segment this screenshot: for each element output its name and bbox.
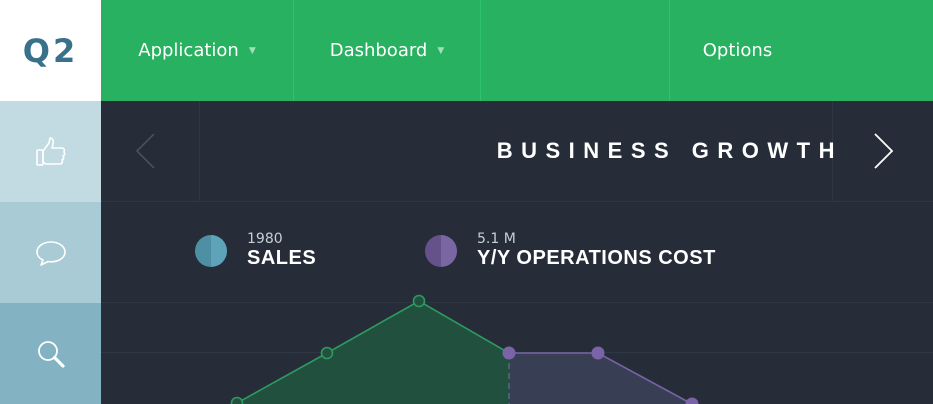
sidebar-item-comments[interactable] <box>0 202 101 303</box>
sales-area <box>237 301 509 404</box>
sales-point[interactable] <box>412 294 426 308</box>
nav-dashboard-label: Dashboard <box>329 40 428 61</box>
logo[interactable]: Q2 <box>0 0 101 101</box>
sidebar-item-like[interactable] <box>0 101 101 202</box>
nav-dashboard[interactable]: Dashboard ▼ <box>294 0 480 101</box>
nav-application-label: Application <box>138 40 239 61</box>
sidebar-item-search[interactable] <box>0 303 101 404</box>
operations-point[interactable] <box>502 346 516 360</box>
chat-bubble-icon <box>35 240 66 266</box>
search-icon <box>37 340 65 368</box>
sales-point[interactable] <box>320 346 334 360</box>
growth-chart <box>230 294 699 404</box>
sidebar <box>0 101 101 404</box>
app-window: Q2 Application ▼ Dashboard ▼ Options BUS… <box>0 0 933 404</box>
sales-point[interactable] <box>230 396 244 404</box>
nav-application[interactable]: Application ▼ <box>101 0 293 101</box>
operations-point[interactable] <box>591 346 605 360</box>
nav-options-label: Options <box>702 40 773 61</box>
chevron-down-icon: ▼ <box>248 45 256 56</box>
operations-point[interactable] <box>685 397 699 404</box>
operations-area <box>509 353 692 404</box>
logo-text: Q2 <box>22 31 79 70</box>
dashboard-panel: BUSINESS GROWTH 1980 SALES 5.1 M Y/Y OPE… <box>101 101 933 404</box>
top-navigation: Application ▼ Dashboard ▼ Options <box>101 0 933 101</box>
nav-options[interactable]: Options <box>670 0 805 101</box>
chevron-down-icon: ▼ <box>437 45 445 56</box>
thumbs-up-icon <box>35 136 65 166</box>
